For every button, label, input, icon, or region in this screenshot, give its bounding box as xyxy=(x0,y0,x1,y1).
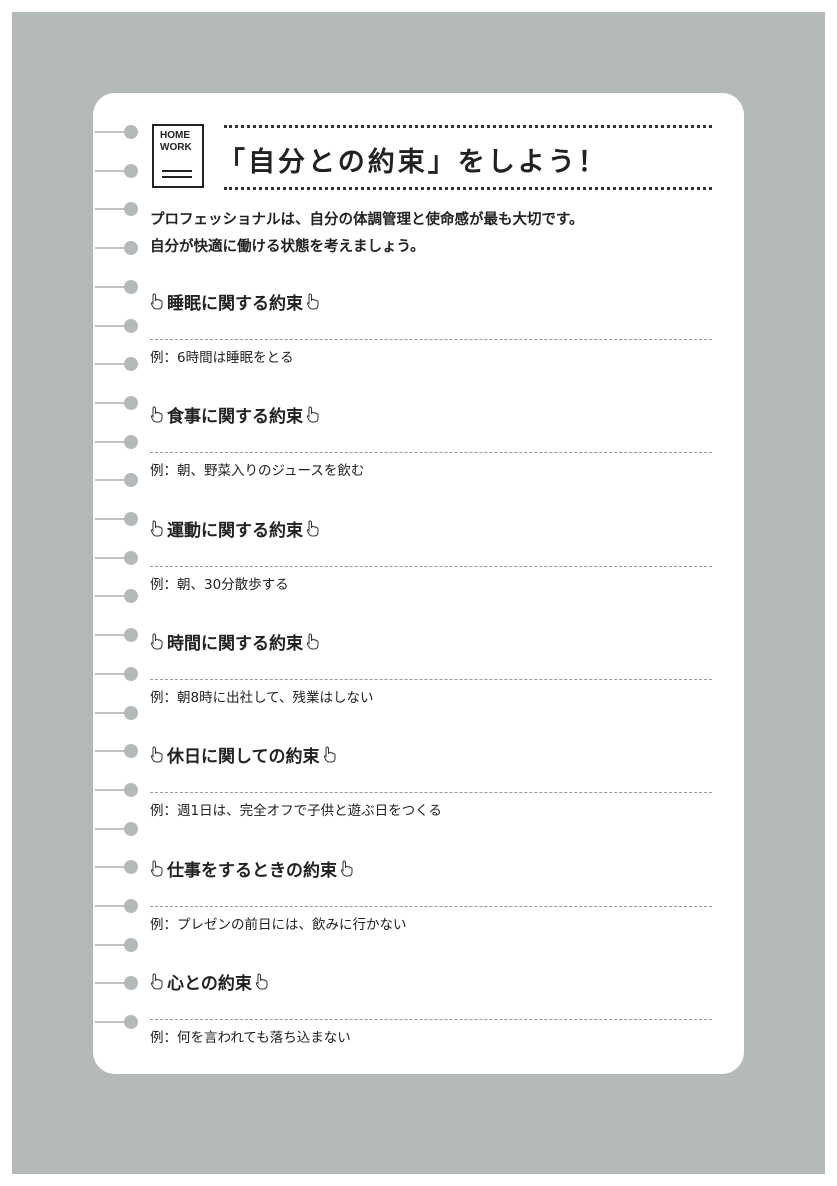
pointing-hand-icon xyxy=(306,633,320,650)
section-example: 例：週1日は、完全オフで子供と遊ぶ日をつくる xyxy=(150,803,442,820)
section-heading: 時間に関する約束 xyxy=(150,629,320,654)
answer-line[interactable] xyxy=(150,339,712,340)
section-heading-text: 仕事をするときの約束 xyxy=(167,860,337,881)
section-heading-text: 運動に関する約束 xyxy=(167,520,303,541)
binding-ring xyxy=(95,975,141,991)
promise-section: 時間に関する約束例：朝8時に出社して、残業はしない xyxy=(150,629,712,729)
binding-ring xyxy=(95,937,141,953)
answer-line[interactable] xyxy=(150,792,712,794)
promise-section: 心との約束例：何を言われても落ち込まない xyxy=(150,969,712,1069)
section-heading: 仕事をするときの約束 xyxy=(150,856,354,881)
intro-line: 自分が快適に働ける状態を考えましょう。 xyxy=(150,239,425,255)
answer-line[interactable] xyxy=(150,905,712,907)
promise-section: 食事に関する約束例：朝、野菜入りのジュースを飲む xyxy=(150,402,712,502)
binding-ring xyxy=(95,395,141,411)
pointing-hand-icon xyxy=(150,973,164,990)
binding-ring xyxy=(95,240,141,256)
homework-badge: HOME WORK xyxy=(152,124,204,188)
title-divider-top xyxy=(224,125,712,128)
answer-line[interactable] xyxy=(150,1018,712,1020)
binding-ring xyxy=(95,434,141,450)
section-heading-text: 食事に関する約束 xyxy=(167,407,303,428)
binding-ring xyxy=(95,356,141,372)
pointing-hand-icon xyxy=(150,633,164,650)
pointing-hand-icon xyxy=(306,293,320,310)
section-heading-text: 睡眠に関する約束 xyxy=(167,294,303,314)
section-heading: 休日に関しての約束 xyxy=(150,742,337,767)
binding-ring xyxy=(95,588,141,604)
intro-line: プロフェッショナルは、自分の体調管理と使命感が最も大切です。 xyxy=(150,212,584,228)
badge-rule xyxy=(162,170,192,172)
binding-ring xyxy=(95,666,141,682)
pointing-hand-icon xyxy=(306,406,320,423)
section-example: 例：プレゼンの前日には、飲みに行かない xyxy=(150,916,407,933)
binding-ring xyxy=(95,821,141,837)
binding-ring xyxy=(95,782,141,798)
binding-ring xyxy=(95,318,141,334)
section-heading: 睡眠に関する約束 xyxy=(150,289,320,314)
section-example: 例：朝8時に出社して、残業はしない xyxy=(150,689,374,706)
binding-ring xyxy=(95,163,141,179)
section-example: 例：何を言われても落ち込まない xyxy=(150,1029,351,1046)
promise-section: 仕事をするときの約束例：プレゼンの前日には、飲みに行かない xyxy=(150,856,712,956)
intro-text: プロフェッショナルは、自分の体調管理と使命感が最も大切です。 自分が快適に働ける… xyxy=(150,207,720,261)
page-title: 「自分との約束」をしよう！ xyxy=(218,147,608,178)
binding-ring xyxy=(95,1014,141,1030)
section-heading-text: 時間に関する約束 xyxy=(167,633,303,654)
section-heading: 心との約束 xyxy=(150,969,269,994)
binding-ring xyxy=(95,279,141,295)
pointing-hand-icon xyxy=(150,520,164,537)
promise-section: 運動に関する約束例：朝、30分散歩する xyxy=(150,516,712,616)
promise-section: 睡眠に関する約束例：6時間は睡眠をとる xyxy=(150,289,712,389)
binding-ring xyxy=(95,124,141,140)
section-heading: 運動に関する約束 xyxy=(150,516,320,541)
binding-ring xyxy=(95,201,141,217)
section-heading-text: 休日に関しての約束 xyxy=(167,747,320,768)
binding-ring xyxy=(95,472,141,488)
pointing-hand-icon xyxy=(255,973,269,990)
badge-rule xyxy=(162,176,192,178)
section-heading: 食事に関する約束 xyxy=(150,402,320,427)
binding-ring xyxy=(95,705,141,721)
binding-ring xyxy=(95,898,141,914)
binding-ring xyxy=(95,859,141,875)
pointing-hand-icon xyxy=(340,859,354,877)
pointing-hand-icon xyxy=(150,746,164,763)
pointing-hand-icon xyxy=(150,859,164,877)
pointing-hand-icon xyxy=(323,746,337,763)
promise-section: 休日に関しての約束例：週1日は、完全オフで子供と遊ぶ日をつくる xyxy=(150,742,712,842)
section-example: 例：朝、野菜入りのジュースを飲む xyxy=(150,463,365,480)
section-example: 例：6時間は睡眠をとる xyxy=(150,350,294,366)
binding-ring xyxy=(95,511,141,527)
binding-ring xyxy=(95,627,141,643)
pointing-hand-icon xyxy=(150,293,164,310)
section-heading-text: 心との約束 xyxy=(167,973,252,994)
pointing-hand-icon xyxy=(150,406,164,423)
homework-badge-line1: HOME xyxy=(160,130,190,141)
binding-ring xyxy=(95,743,141,759)
answer-line[interactable] xyxy=(150,565,712,567)
pointing-hand-icon xyxy=(306,520,320,537)
section-example: 例：朝、30分散歩する xyxy=(150,576,289,593)
answer-line[interactable] xyxy=(150,678,712,680)
title-divider-bottom xyxy=(224,187,712,190)
answer-line[interactable] xyxy=(150,452,712,454)
binding-ring xyxy=(95,550,141,566)
homework-badge-line2: WORK xyxy=(160,142,192,153)
